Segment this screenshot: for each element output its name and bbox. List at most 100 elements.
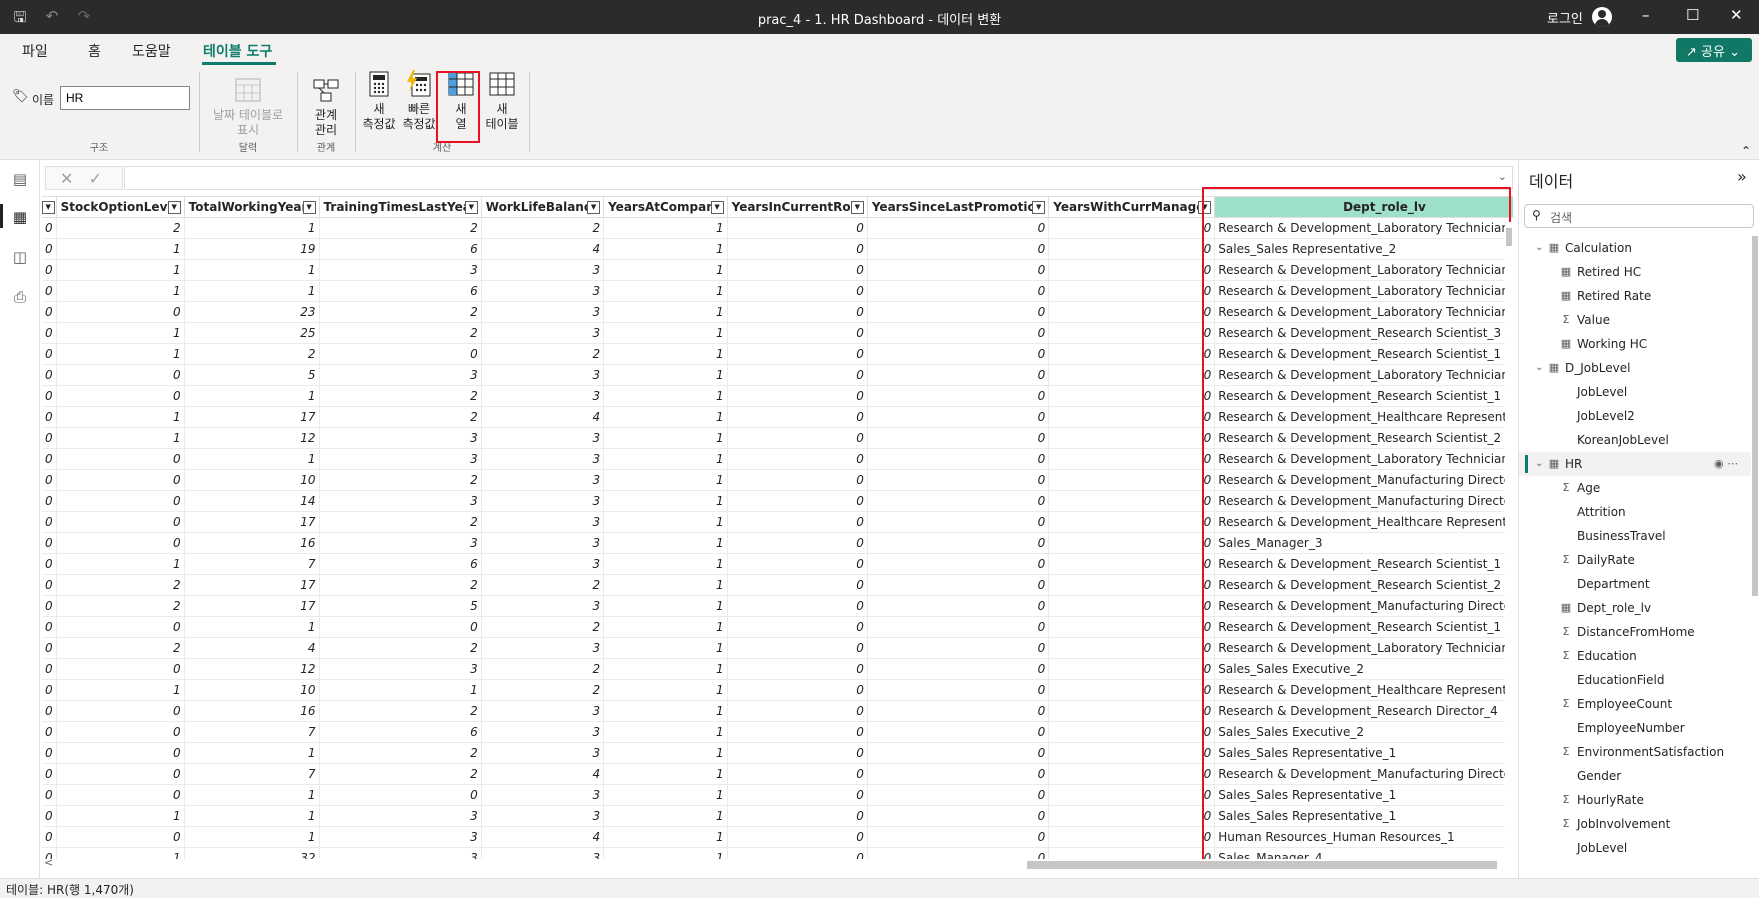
table-cell[interactable]: 0	[726, 532, 868, 554]
field-item[interactable]: Σ EmployeeCount	[1519, 692, 1751, 716]
table-cell[interactable]: 0	[55, 721, 185, 743]
close-icon[interactable]: ✕	[1730, 6, 1743, 24]
field-item[interactable]: Σ HourlyRate	[1519, 788, 1751, 812]
filter-dropdown-icon[interactable]: ▼	[464, 201, 478, 214]
table-cell[interactable]: 3	[480, 469, 605, 491]
field-item[interactable]: Σ Age	[1519, 476, 1751, 500]
table-cell[interactable]: 1	[55, 280, 185, 302]
table-cell[interactable]: 0	[866, 763, 1050, 785]
table-cell[interactable]: 3	[480, 847, 605, 859]
table-cell[interactable]: 2	[480, 616, 605, 638]
table-cell[interactable]: 3	[318, 847, 482, 859]
table-cell[interactable]: 0	[42, 490, 57, 512]
table-cell[interactable]: 0	[318, 784, 482, 806]
table-cell[interactable]: 0	[866, 784, 1050, 806]
table-cell[interactable]: 1	[603, 427, 728, 449]
table-cell[interactable]: 1	[603, 532, 728, 554]
table-cell[interactable]: 12	[183, 427, 320, 449]
table-cell[interactable]: 1	[55, 553, 185, 575]
table-cell[interactable]: 0	[1048, 301, 1216, 323]
table-name-input[interactable]	[60, 86, 190, 110]
table-cell[interactable]: 1	[603, 217, 728, 239]
table-cell[interactable]: 4	[183, 637, 320, 659]
table-cell[interactable]: 1	[183, 217, 320, 239]
field-item[interactable]: ▦ Working HC	[1519, 332, 1751, 356]
table-cell[interactable]: 0	[55, 532, 185, 554]
chevron-down-icon[interactable]: ⌄	[1535, 452, 1543, 476]
table-cell[interactable]: 2	[480, 658, 605, 680]
table-cell[interactable]: 0	[866, 574, 1050, 596]
table-cell[interactable]: 0	[42, 427, 57, 449]
table-cell[interactable]: 0	[1048, 742, 1216, 764]
table-cell[interactable]: 3	[480, 259, 605, 281]
table-cell[interactable]: 3	[318, 448, 482, 470]
table-cell[interactable]: 0	[866, 826, 1050, 848]
filter-dropdown-icon[interactable]: ▼	[302, 201, 316, 214]
table-cell[interactable]: 17	[183, 406, 320, 428]
table-cell[interactable]: 5	[318, 595, 482, 617]
table-cell[interactable]: 0	[42, 217, 57, 239]
table-cell[interactable]: 0	[726, 511, 868, 533]
col-header[interactable]: TotalWorkingYears ▼	[183, 196, 320, 218]
table-cell[interactable]: 0	[726, 259, 868, 281]
table-cell[interactable]: 0	[1048, 217, 1216, 239]
filter-dropdown-icon[interactable]: ▼	[1032, 201, 1046, 214]
table-cell[interactable]: 2	[318, 385, 482, 407]
table-cell[interactable]: 0	[1048, 658, 1216, 680]
col-header[interactable]: WorkLifeBalance ▼	[480, 196, 605, 218]
table-cell[interactable]: 16	[183, 532, 320, 554]
cancel-formula-icon[interactable]: ✕	[60, 169, 73, 188]
table-cell[interactable]: 1	[603, 301, 728, 323]
table-cell[interactable]: 7	[183, 763, 320, 785]
table-cell[interactable]: 0	[726, 406, 868, 428]
col-header[interactable]: YearsInCurrentRole ▼	[726, 196, 868, 218]
table-cell[interactable]: 0	[726, 595, 868, 617]
table-cell[interactable]: 0	[42, 679, 57, 701]
table-cell[interactable]: 0	[1048, 280, 1216, 302]
table-cell[interactable]: 1	[55, 259, 185, 281]
table-cell[interactable]: 3	[318, 490, 482, 512]
table-cell[interactable]: 0	[55, 742, 185, 764]
table-cell[interactable]: 2	[318, 637, 482, 659]
table-cell[interactable]: 1	[603, 847, 728, 859]
table-cell[interactable]: 0	[55, 658, 185, 680]
more-options-icon[interactable]: ◉ ⋯	[1714, 452, 1738, 476]
table-cell[interactable]: 3	[480, 637, 605, 659]
table-cell[interactable]: 2	[55, 595, 185, 617]
table-cell[interactable]: 0	[866, 406, 1050, 428]
table-cell[interactable]: 0	[55, 301, 185, 323]
table-cell[interactable]: 3	[480, 700, 605, 722]
table-cell[interactable]: 7	[183, 721, 320, 743]
field-item[interactable]: Attrition	[1519, 500, 1751, 524]
table-cell[interactable]: 0	[318, 616, 482, 638]
field-item[interactable]: EducationField	[1519, 668, 1751, 692]
table-cell[interactable]: 3	[480, 721, 605, 743]
table-cell[interactable]: 2	[318, 301, 482, 323]
table-cell[interactable]: 6	[318, 553, 482, 575]
table-cell[interactable]: 0	[726, 490, 868, 512]
table-cell[interactable]: 2	[318, 217, 482, 239]
table-cell[interactable]: 4	[480, 763, 605, 785]
scrollbar-thumb[interactable]	[1506, 228, 1512, 246]
table-cell[interactable]: 0	[726, 574, 868, 596]
table-cell[interactable]: 0	[1048, 805, 1216, 827]
field-item[interactable]: BusinessTravel	[1519, 524, 1751, 548]
table-cell[interactable]: 3	[480, 511, 605, 533]
table-cell[interactable]: 1	[183, 826, 320, 848]
table-cell[interactable]: 0	[726, 238, 868, 260]
filter-dropdown-icon[interactable]: ▼	[167, 201, 181, 214]
table-cell[interactable]: 1	[603, 259, 728, 281]
table-cell[interactable]: 2	[318, 469, 482, 491]
menu-home[interactable]: 홈	[88, 41, 101, 61]
table-cell[interactable]: 0	[55, 469, 185, 491]
table-cell[interactable]: 0	[55, 700, 185, 722]
table-cell[interactable]: 1	[55, 406, 185, 428]
table-cell[interactable]: 0	[866, 259, 1050, 281]
table-cell[interactable]: 3	[480, 532, 605, 554]
dax-query-view-icon[interactable]: ⎙	[11, 288, 29, 306]
field-item[interactable]: Department	[1519, 572, 1751, 596]
table-cell[interactable]: 1	[183, 784, 320, 806]
table-cell[interactable]: 0	[726, 427, 868, 449]
table-cell[interactable]: 0	[42, 301, 57, 323]
table-cell[interactable]: 0	[1048, 427, 1216, 449]
